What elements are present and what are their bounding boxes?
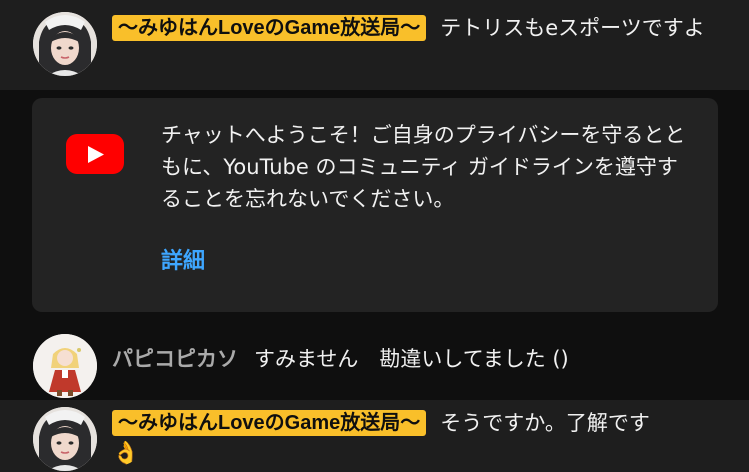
- details-link[interactable]: 詳細: [161, 246, 205, 278]
- avatar[interactable]: [33, 407, 97, 471]
- author-name[interactable]: パピコピカソ: [112, 347, 238, 371]
- welcome-text: チャットへようこそ！ご自身のプライバシーを守るとともに、YouTube のコミュ…: [161, 123, 686, 211]
- live-chat: 〜みゆはんLoveのGame放送局〜 テトリスもeスポーツですよ チャットへようこ…: [0, 0, 749, 472]
- author-name-badge[interactable]: 〜みゆはんLoveのGame放送局〜: [112, 15, 427, 41]
- message-text: すみません 勘違いしてました (): [254, 347, 569, 371]
- author-name-badge[interactable]: 〜みゆはんLoveのGame放送局〜: [112, 410, 427, 436]
- chat-message: 〜みゆはんLoveのGame放送局〜 テトリスもeスポーツですよ: [0, 0, 749, 90]
- avatar[interactable]: [33, 12, 97, 76]
- ok-hand-emoji: 👌: [112, 441, 140, 466]
- chat-message: パピコピカソ すみません 勘違いしてました (): [0, 322, 749, 400]
- chat-message: 〜みゆはんLoveのGame放送局〜 そうですか。了解です 👌: [0, 400, 749, 472]
- welcome-card: チャットへようこそ！ご自身のプライバシーを守るとともに、YouTube のコミュ…: [32, 98, 718, 312]
- avatar[interactable]: [33, 334, 97, 398]
- message-text: テトリスもeスポーツですよ: [440, 16, 705, 40]
- youtube-logo-icon: [66, 134, 124, 174]
- message-text: そうですか。了解です: [440, 411, 650, 435]
